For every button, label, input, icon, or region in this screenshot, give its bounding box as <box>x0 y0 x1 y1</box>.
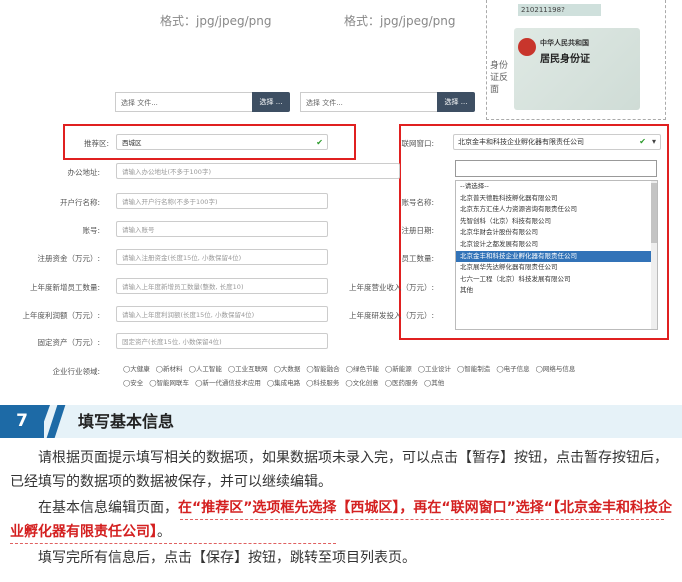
capital-input[interactable]: 请输入注册资金(长度15位, 小数保留4位) <box>116 249 328 265</box>
industry-checkbox[interactable]: ◯大数据 <box>274 365 301 373</box>
dropdown-search-input[interactable] <box>455 160 657 177</box>
industry-checkbox[interactable]: ◯工业设计 <box>418 365 451 373</box>
register-date-label: 注册日期: <box>401 226 434 235</box>
profit-input[interactable]: 请输入上年度利润额(长度15位, 小数保留4位) <box>116 306 328 322</box>
assets-input[interactable]: 固定资产(长度15位, 小数保留4位) <box>116 333 328 349</box>
industry-checkbox[interactable]: ◯集成电路 <box>267 379 300 387</box>
dropdown-option[interactable]: 北京东方汇佳人力资源咨询有限责任公司 <box>456 204 657 216</box>
staff-count-label: 员工数量: <box>401 254 434 263</box>
instruction-plain: 在基本信息编辑页面， <box>38 500 178 516</box>
new-staff-input[interactable]: 请输入上年度新增员工数量(整数, 长度10) <box>116 278 328 294</box>
account-name-label: 账号名称: <box>401 198 434 207</box>
network-value: 北京金丰和科技企业孵化器有限责任公司 <box>458 138 584 146</box>
industry-checkbox[interactable]: ◯文化创意 <box>345 379 378 387</box>
account-input[interactable]: 请输入账号 <box>116 221 328 237</box>
capital-label: 注册资金（万元）: <box>37 254 100 263</box>
screenshot-form-area: 格式：jpg/jpeg/png 格式：jpg/jpeg/png 选择 文件...… <box>0 0 682 405</box>
dropdown-option[interactable]: 北京设计之都发展有限公司 <box>456 239 657 251</box>
dropdown-list: --请选择-- 北京普天德胜科技孵化器有限公司 北京东方汇佳人力资源咨询有限责任公司… <box>455 180 658 330</box>
industry-checkbox[interactable]: ◯科技服务 <box>306 379 339 387</box>
id-number-fragment: 210211198? <box>518 4 601 16</box>
national-emblem-icon <box>518 38 536 56</box>
revenue-label: 上年度营业收入（万元）: <box>348 283 434 292</box>
dropdown-option[interactable]: --请选择-- <box>456 181 657 193</box>
dropdown-option[interactable]: 北京展华先达孵化器有限责任公司 <box>456 262 657 274</box>
instruction-paragraph-1: 请根据页面提示填写相关的数据项，如果数据项未录入完，可以点击【暂存】按钮，点击暂… <box>10 450 668 490</box>
recommend-value: 西城区 <box>122 139 142 147</box>
rd-label: 上年度研发投入（万元）: <box>348 311 434 320</box>
section-title: 填写基本信息 <box>78 412 175 431</box>
bank-label: 开户行名称: <box>59 198 100 207</box>
check-icon: ✔ <box>316 138 323 147</box>
format-hint-1: 格式：jpg/jpeg/png <box>160 14 272 28</box>
industry-checkbox[interactable]: ◯电子信息 <box>496 365 529 373</box>
choose-file-button-1[interactable]: 选择 ... <box>252 92 290 112</box>
industry-checkbox[interactable]: ◯医药服务 <box>385 379 418 387</box>
instruction-paragraph-2: 在基本信息编辑页面，在“推荐区”选项框先选择【西城区】，再在“联网窗口”选择“【… <box>10 496 672 544</box>
industry-checkbox[interactable]: ◯其他 <box>424 379 444 387</box>
id-card-title: 居民身份证 <box>540 54 590 65</box>
industry-checkbox[interactable]: ◯工业互联网 <box>228 365 268 373</box>
industry-checkbox[interactable]: ◯新能源 <box>385 365 412 373</box>
assets-label: 固定资产（万元）: <box>37 338 100 347</box>
industry-checkbox[interactable]: ◯新一代通信技术应用 <box>195 379 261 387</box>
check-icon: ✔ <box>639 137 646 146</box>
industry-label: 企业行业领域: <box>52 367 100 376</box>
id-card-image: 中华人民共和国 居民身份证 <box>514 28 640 110</box>
industry-checkbox[interactable]: ◯大健康 <box>123 365 150 373</box>
industry-checkbox[interactable]: ◯智能制造 <box>457 365 490 373</box>
section-banner: 7 填写基本信息 <box>0 405 682 438</box>
instruction-paragraph-3: 填写完所有信息后，点击【保存】按钮，跳转至项目列表页。 <box>38 550 416 566</box>
network-label: 联网窗口: <box>401 139 434 148</box>
industry-checkbox[interactable]: ◯智能融合 <box>306 365 339 373</box>
dropdown-option[interactable]: 北京普天德胜科技孵化器有限公司 <box>456 193 657 205</box>
industry-checkbox[interactable]: ◯人工智能 <box>189 365 222 373</box>
office-label: 办公地址: <box>67 168 100 177</box>
dropdown-option[interactable]: 七六一工程（北京）科技发展有限公司 <box>456 274 657 286</box>
recommend-select[interactable]: 西城区 ✔ <box>116 134 328 150</box>
industry-checkbox-row-1: ◯大健康 ◯新材料 ◯人工智能 ◯工业互联网 ◯大数据 ◯智能融合 ◯绿色节能 ◯新能源 ◯工业… <box>123 363 581 373</box>
dropdown-option[interactable]: 北京金丰和科技企业孵化器有限责任公司 <box>456 250 657 263</box>
scrollbar-thumb[interactable] <box>651 183 657 243</box>
office-input[interactable]: 请输入办公地址(不多于100字) <box>116 163 400 179</box>
format-hint-2: 格式：jpg/jpeg/png <box>344 14 456 28</box>
profit-label: 上年度利润额（万元）: <box>22 311 100 320</box>
industry-checkbox-row-2: ◯安全 ◯智能网联车 ◯新一代通信技术应用 ◯集成电路 ◯科技服务 ◯文化创意 ◯医药服务 ◯… <box>123 377 450 387</box>
file-input-2[interactable]: 选择 文件... <box>300 92 438 112</box>
industry-checkbox[interactable]: ◯新材料 <box>156 365 183 373</box>
industry-checkbox[interactable]: ◯绿色节能 <box>346 365 379 373</box>
highlight-underline <box>180 519 664 520</box>
industry-checkbox[interactable]: ◯网络与信息 <box>536 365 576 373</box>
choose-file-button-2[interactable]: 选择 ... <box>437 92 475 112</box>
id-card-title-small: 中华人民共和国 <box>540 39 589 47</box>
account-label: 账号: <box>82 226 100 235</box>
id-back-label: 身份证反面 <box>490 61 509 95</box>
instruction-end: 。 <box>157 524 171 540</box>
highlight-underline <box>10 543 336 544</box>
dropdown-scrollbar[interactable] <box>651 181 657 329</box>
industry-checkbox[interactable]: ◯智能网联车 <box>149 379 189 387</box>
bank-input[interactable]: 请输入开户行名称(不多于100字) <box>116 193 328 209</box>
dropdown-option[interactable]: 先智创科（北京）科技有限公司 <box>456 216 657 228</box>
new-staff-label: 上年度新增员工数量: <box>29 283 100 292</box>
network-select[interactable]: 北京金丰和科技企业孵化器有限责任公司 ✔ ▾ <box>453 134 661 150</box>
chevron-down-icon: ▾ <box>651 137 656 146</box>
industry-checkbox[interactable]: ◯安全 <box>123 379 143 387</box>
recommend-label: 推荐区: <box>83 139 109 148</box>
file-input-1[interactable]: 选择 文件... <box>115 92 253 112</box>
dropdown-option[interactable]: 北京华财会计股份有限公司 <box>456 227 657 239</box>
dropdown-option[interactable]: 其他 <box>456 285 657 297</box>
